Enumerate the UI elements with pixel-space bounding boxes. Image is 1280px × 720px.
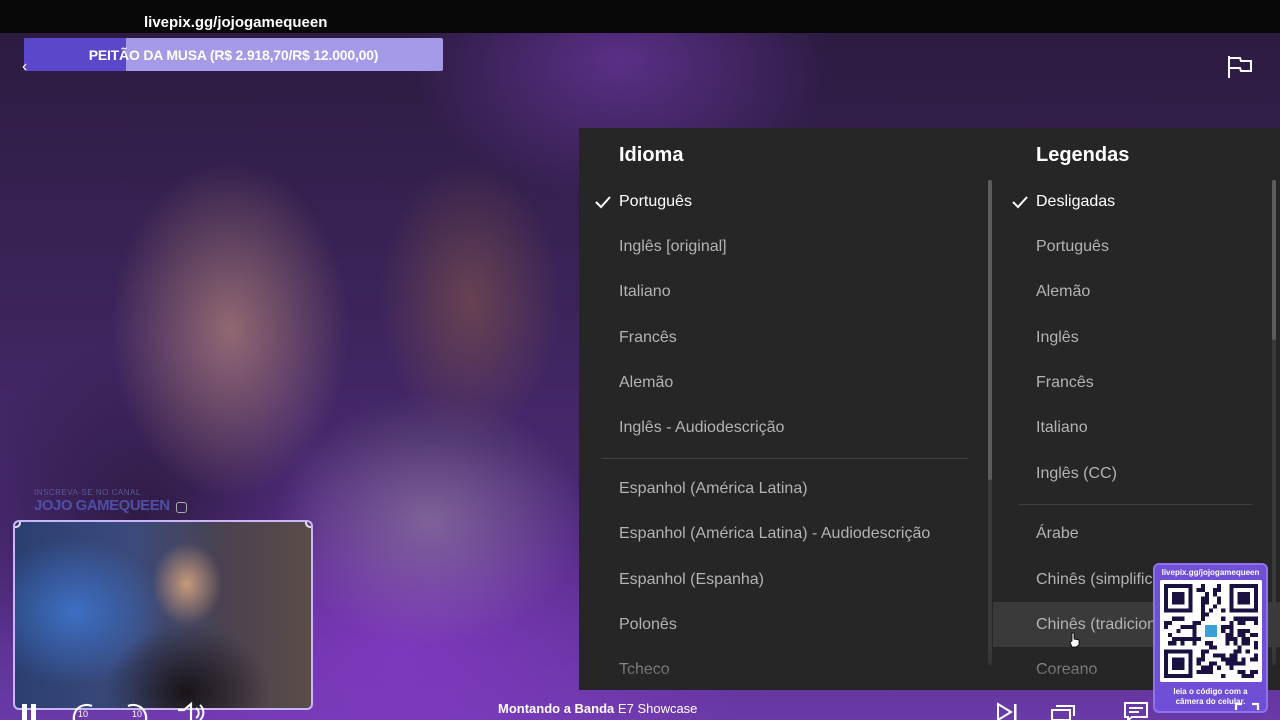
audio-option[interactable]: Inglês - Audiodescrição: [619, 419, 784, 437]
mouse-pointer-icon: [1069, 632, 1080, 648]
next-episode-icon[interactable]: [994, 700, 1022, 720]
flag-icon[interactable]: [1226, 54, 1254, 80]
forward-10-icon[interactable]: 10: [120, 700, 154, 720]
qr-code-icon: [1160, 580, 1262, 682]
check-icon: [595, 196, 611, 209]
audio-option[interactable]: Alemão: [619, 374, 673, 392]
watermark-small-text: INSCREVA-SE NO CANAL: [34, 488, 141, 497]
subtitles-option[interactable]: Inglês: [1036, 329, 1079, 347]
livepix-qr-widget: livepix.gg/jojogamequeen leia o código c…: [1153, 563, 1268, 713]
webcam-corner-decoration: [15, 522, 21, 528]
episode-show-title: Montando a Banda: [498, 701, 615, 716]
volume-icon[interactable]: [174, 700, 208, 720]
audio-option[interactable]: Português: [619, 193, 692, 211]
episode-info: Montando a Banda E7 Showcase: [498, 701, 697, 716]
forward-10-label: 10: [132, 709, 142, 719]
episodes-icon[interactable]: [1048, 700, 1078, 720]
donation-goal-bar: PEITÃO DA MUSA (R$ 2.918,70/R$ 12.000,00…: [24, 38, 443, 71]
audio-column-title: Idioma: [619, 144, 684, 166]
overlay-livepix-url: livepix.gg/jojogamequeen: [144, 14, 328, 31]
subtitles-option[interactable]: Italiano: [1036, 419, 1088, 437]
audio-group-divider: [601, 458, 968, 459]
subtitles-option[interactable]: Desligadas: [1036, 193, 1115, 211]
audio-scrollbar-thumb[interactable]: [988, 180, 992, 480]
subtitles-option[interactable]: Alemão: [1036, 283, 1090, 301]
subtitles-scrollbar-thumb[interactable]: [1272, 180, 1276, 340]
check-icon: [1012, 196, 1028, 209]
subtitles-column-title: Legendas: [1036, 144, 1130, 166]
audio-option[interactable]: Inglês [original]: [619, 238, 727, 256]
audio-option[interactable]: Francês: [619, 329, 677, 347]
instagram-icon: [176, 502, 187, 513]
rewind-10-label: 10: [78, 709, 88, 719]
donation-goal-text: PEITÃO DA MUSA (R$ 2.918,70/R$ 12.000,00…: [88, 46, 379, 63]
rewind-10-icon[interactable]: 10: [66, 700, 100, 720]
audio-option[interactable]: Italiano: [619, 283, 671, 301]
episode-title: Showcase: [637, 701, 698, 716]
subtitles-option[interactable]: Inglês (CC): [1036, 465, 1117, 483]
back-arrow-icon[interactable]: ‹: [22, 58, 27, 76]
subtitles-option[interactable]: Árabe: [1036, 525, 1079, 543]
qr-widget-url: livepix.gg/jojogamequeen: [1161, 568, 1260, 577]
subtitles-group-divider: [1019, 504, 1252, 505]
subtitles-icon[interactable]: [1122, 700, 1150, 720]
audio-option[interactable]: Espanhol (América Latina) - Audiodescriç…: [619, 525, 930, 543]
subtitles-option[interactable]: Português: [1036, 238, 1109, 256]
webcam-overlay: [13, 520, 313, 710]
episode-number: E7: [617, 701, 634, 716]
audio-option[interactable]: Espanhol (América Latina): [619, 480, 808, 498]
fullscreen-icon[interactable]: [1232, 700, 1262, 720]
subtitles-option[interactable]: Francês: [1036, 374, 1094, 392]
play-pause-icon[interactable]: [18, 700, 40, 720]
audio-option[interactable]: Polonês: [619, 616, 677, 634]
qr-caption-line1: leia o código com a: [1173, 687, 1248, 696]
audio-option[interactable]: Espanhol (Espanha): [619, 571, 764, 589]
